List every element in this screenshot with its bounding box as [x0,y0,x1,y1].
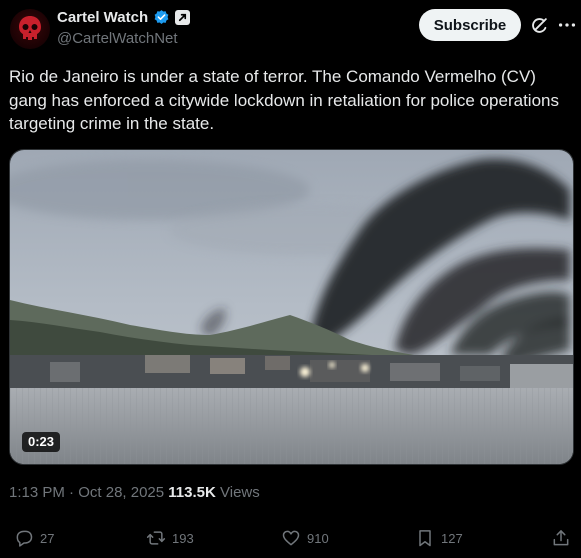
video-duration: 0:23 [22,432,61,452]
bookmark-icon [419,530,431,547]
name-row: Cartel Watch [57,9,191,26]
repost-button[interactable]: 193 [146,528,194,548]
post-time[interactable]: 1:13 PM [9,484,65,501]
video-frame[interactable] [10,150,574,465]
post-text: Rio de Janeiro is under a state of terro… [9,67,559,133]
repost-icon [146,531,166,545]
avatar[interactable] [10,9,50,49]
reply-icon [16,530,33,547]
heart-icon [282,530,300,546]
handle[interactable]: @CartelWatchNet [57,30,178,47]
display-name[interactable]: Cartel Watch [57,9,148,26]
more-icon[interactable] [556,14,578,36]
bookmark-count: 127 [441,530,463,546]
post-date[interactable]: Oct 28, 2025 [78,484,164,501]
meta-separator: · [69,484,75,501]
like-button[interactable]: 910 [281,528,329,548]
action-bar: 27 193 910 127 [0,528,581,556]
verified-badge-icon[interactable] [153,9,170,26]
repost-count: 193 [172,530,194,546]
bookmark-button[interactable]: 127 [415,528,463,548]
reply-button[interactable]: 27 [14,528,54,548]
views-count: 113.5K [168,484,216,501]
grok-icon[interactable] [528,15,550,37]
subscribe-button[interactable]: Subscribe [419,9,521,41]
share-button[interactable] [551,528,571,548]
like-count: 910 [307,530,329,546]
reply-count: 27 [40,530,55,546]
video-player[interactable] [9,149,574,465]
affiliate-badge-icon[interactable] [175,10,191,25]
red-skull-icon [19,16,41,40]
views-label: Views [220,484,260,501]
share-icon [553,530,569,546]
post-header: Cartel Watch @CartelWatchNet Subscribe [0,0,581,60]
post-meta: 1:13 PM · Oct 28, 2025 113.5K Views [9,484,260,501]
